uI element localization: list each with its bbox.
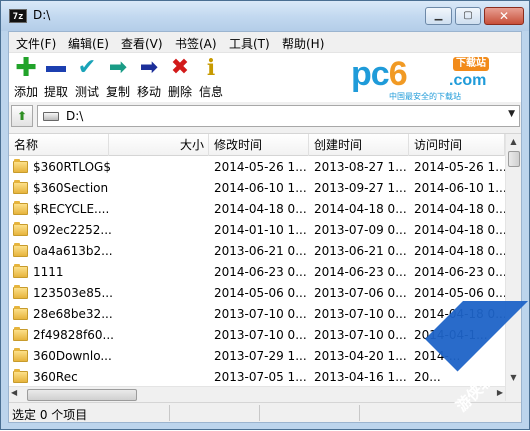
- delete-button[interactable]: ✖ 删除: [163, 55, 197, 101]
- vertical-scrollbar[interactable]: ▲ ▼: [505, 134, 521, 401]
- menu-bar: 文件(F) 编辑(E) 查看(V) 书签(A) 工具(T) 帮助(H): [9, 32, 521, 52]
- menu-edit[interactable]: 编辑(E): [68, 35, 109, 52]
- folder-icon: [13, 243, 28, 257]
- table-row[interactable]: $RECYCLE.... 2014-04-18 0... 2014-04-18 0.…: [9, 199, 506, 220]
- add-button[interactable]: ✚ 添加: [9, 55, 43, 101]
- column-created[interactable]: 创建时间: [309, 134, 409, 156]
- app-window: 7z D:\ ▁ ▢ ✕ 文件(F) 编辑(E) 查看(V) 书签(A) 工具(…: [0, 0, 530, 430]
- scroll-up-icon[interactable]: ▲: [506, 134, 521, 150]
- folder-icon: [13, 201, 28, 215]
- maximize-button[interactable]: ▢: [455, 7, 481, 25]
- horizontal-scrollbar[interactable]: ◀ ▶: [9, 386, 505, 401]
- info-icon: i: [206, 55, 216, 81]
- folder-icon: [13, 369, 28, 383]
- table-row[interactable]: 092ec2252... 2014-01-10 1... 2013-07-09 0.…: [9, 220, 506, 241]
- table-row[interactable]: 360Downlo... 2013-07-29 1... 2013-04-20 1.…: [9, 346, 505, 367]
- table-row[interactable]: 2f49828f60... 2013-07-10 0... 2013-07-10 0…: [9, 325, 505, 346]
- folder-icon: [13, 348, 28, 362]
- minimize-button[interactable]: ▁: [425, 7, 452, 25]
- menu-view[interactable]: 查看(V): [121, 35, 163, 52]
- status-bar: 选定 0 个项目: [9, 402, 521, 422]
- menu-file[interactable]: 文件(F): [16, 35, 56, 52]
- scroll-left-icon[interactable]: ◀: [11, 388, 17, 397]
- table-row[interactable]: 1111 2014-06-23 0... 2014-06-23 0... 2014-0…: [9, 262, 506, 283]
- menu-bookmarks[interactable]: 书签(A): [175, 35, 217, 52]
- test-button[interactable]: ✔ 测试: [70, 55, 104, 101]
- address-bar: ⬆ D:\ ▼: [9, 104, 521, 129]
- copy-arrow-icon: ➡: [108, 55, 128, 80]
- selection-status: 选定 0 个项目: [12, 408, 88, 422]
- table-row[interactable]: $360RTLOG$ 2014-05-26 1... 2013-08-27 1...…: [9, 157, 506, 178]
- column-modified[interactable]: 修改时间: [209, 134, 309, 156]
- table-row[interactable]: 123503e85... 2014-05-06 0... 2013-07-06 0.…: [9, 283, 506, 304]
- menu-tools[interactable]: 工具(T): [229, 35, 270, 52]
- folder-icon: [13, 285, 28, 299]
- up-folder-button[interactable]: ⬆: [11, 105, 33, 127]
- table-row[interactable]: 0a4a613b2... 2013-06-21 0... 2013-06-21 0.…: [9, 241, 506, 262]
- column-accessed[interactable]: 访问时间: [409, 134, 505, 156]
- check-icon: ✔: [77, 55, 97, 80]
- 7zip-app-icon: 7z: [9, 9, 27, 23]
- file-rows: $360RTLOG$ 2014-05-26 1... 2013-08-27 1...…: [9, 157, 506, 388]
- client-area: 文件(F) 编辑(E) 查看(V) 书签(A) 工具(T) 帮助(H) ✚ 添加…: [8, 31, 522, 423]
- move-arrow-icon: ➡: [139, 55, 159, 80]
- column-header: 名称 大小 修改时间 创建时间 访问时间: [9, 134, 505, 156]
- scroll-down-icon[interactable]: ▼: [506, 370, 521, 386]
- drive-icon: [43, 112, 59, 121]
- x-delete-icon: ✖: [170, 55, 190, 80]
- info-button[interactable]: i 信息: [194, 55, 228, 101]
- minus-icon: [39, 55, 73, 81]
- scroll-right-icon[interactable]: ▶: [497, 388, 503, 397]
- column-size[interactable]: 大小: [109, 134, 209, 156]
- scroll-thumb[interactable]: [508, 151, 520, 167]
- plus-icon: ✚: [15, 53, 37, 83]
- folder-icon: [13, 159, 28, 173]
- file-list: 名称 大小 修改时间 创建时间 访问时间 $360RTLOG$ 2014-05-2…: [9, 133, 521, 401]
- window-title: D:\: [33, 8, 51, 22]
- copy-button[interactable]: ➡ 复制: [101, 55, 135, 101]
- pc6-logo: pc6 下载站 .com 中国最安全的下载站: [345, 53, 521, 103]
- chevron-down-icon[interactable]: ▼: [508, 109, 515, 119]
- folder-icon: [13, 222, 28, 236]
- title-bar[interactable]: 7z D:\ ▁ ▢ ✕: [1, 1, 529, 31]
- path-combobox[interactable]: D:\ ▼: [37, 105, 520, 127]
- table-row[interactable]: 28e68be32... 2013-07-10 0... 2013-07-10 0.…: [9, 304, 506, 325]
- table-row[interactable]: 360Rec 2013-07-05 1... 2013-04-16 1... 20..…: [9, 367, 505, 388]
- folder-icon: [13, 327, 28, 341]
- path-text: D:\: [66, 109, 84, 123]
- folder-icon: [13, 180, 28, 194]
- folder-icon: [13, 264, 28, 278]
- folder-icon: [13, 306, 28, 320]
- up-arrow-icon: ⬆: [16, 109, 28, 123]
- column-name[interactable]: 名称: [9, 134, 109, 156]
- close-button[interactable]: ✕: [484, 7, 524, 25]
- extract-button[interactable]: 提取: [39, 55, 73, 101]
- move-button[interactable]: ➡ 移动: [132, 55, 166, 101]
- table-row[interactable]: $360Section 2014-06-10 1... 2013-09-27 1..…: [9, 178, 506, 199]
- toolbar: ✚ 添加 提取 ✔ 测试 ➡ 复制 ➡ 移动 ✖ 删除 i 信息 pc6 下载站…: [9, 52, 521, 102]
- menu-help[interactable]: 帮助(H): [282, 35, 324, 52]
- horizontal-scroll-thumb[interactable]: [27, 389, 137, 401]
